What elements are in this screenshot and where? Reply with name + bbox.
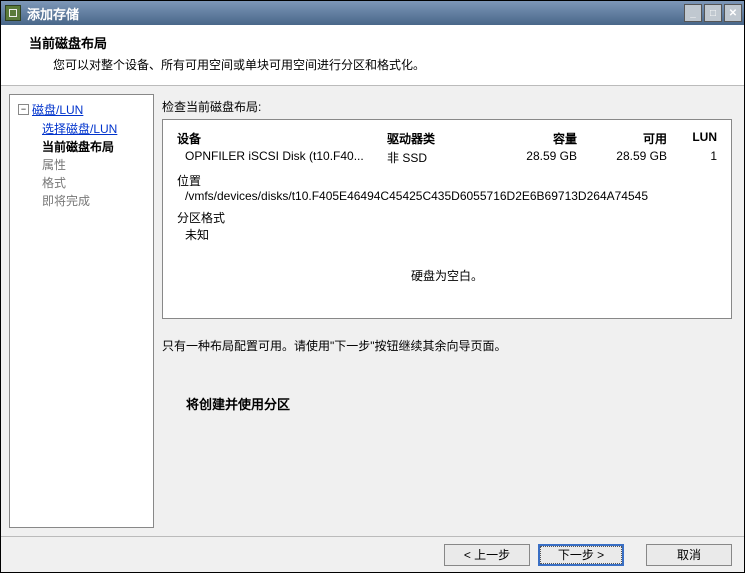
sidebar-item-current-layout: 当前磁盘布局 (42, 138, 145, 156)
wizard-header: 当前磁盘布局 您可以对整个设备、所有可用空间或单块可用空间进行分区和格式化。 (1, 25, 744, 86)
minimize-button[interactable]: _ (684, 4, 702, 22)
wizard-footer: < 上一步 下一步 > 取消 (1, 536, 744, 572)
content-area: − 磁盘/LUN 选择磁盘/LUN 当前磁盘布局 属性 格式 即将完成 检查当前… (1, 86, 744, 536)
column-header-device: 设备 (177, 130, 387, 147)
cancel-button[interactable]: 取消 (646, 544, 732, 566)
tree-collapse-icon[interactable]: − (18, 104, 29, 115)
disk-blank-message: 硬盘为空白。 (177, 267, 717, 284)
titlebar: 添加存储 _ □ ✕ (1, 1, 744, 25)
sidebar-item-properties: 属性 (42, 156, 145, 174)
disk-layout-box: 设备 驱动器类 容量 可用 LUN OPNFILER iSCSI Disk (t… (162, 119, 732, 319)
add-storage-wizard-window: 添加存储 _ □ ✕ 当前磁盘布局 您可以对整个设备、所有可用空间或单块可用空间… (0, 0, 745, 573)
review-label: 检查当前磁盘布局: (162, 98, 732, 115)
action-text: 将创建并使用分区 (186, 394, 732, 413)
disk-drive-type: 非 SSD (387, 149, 487, 166)
window-title: 添加存储 (27, 4, 79, 23)
disk-lun: 1 (667, 149, 717, 166)
sidebar-root-disk-lun[interactable]: 磁盘/LUN (32, 101, 83, 118)
page-description: 您可以对整个设备、所有可用空间或单块可用空间进行分区和格式化。 (53, 56, 724, 73)
column-header-available: 可用 (577, 130, 667, 147)
wizard-steps-sidebar: − 磁盘/LUN 选择磁盘/LUN 当前磁盘布局 属性 格式 即将完成 (9, 94, 154, 528)
disk-available: 28.59 GB (577, 149, 667, 166)
disk-row: OPNFILER iSCSI Disk (t10.F40... 非 SSD 28… (177, 149, 717, 166)
sidebar-item-ready-complete: 即将完成 (42, 192, 145, 210)
location-value: /vmfs/devices/disks/t10.F405E46494C45425… (177, 189, 717, 203)
sidebar-item-select-disk[interactable]: 选择磁盘/LUN (42, 122, 117, 136)
instruction-text: 只有一种布局配置可用。请使用"下一步"按钮继续其余向导页面。 (162, 337, 732, 354)
disk-device-name: OPNFILER iSCSI Disk (t10.F40... (177, 149, 387, 166)
column-header-drive-type: 驱动器类 (387, 130, 487, 147)
close-button[interactable]: ✕ (724, 4, 742, 22)
location-label: 位置 (177, 172, 717, 189)
maximize-button[interactable]: □ (704, 4, 722, 22)
sidebar-item-format: 格式 (42, 174, 145, 192)
next-button[interactable]: 下一步 > (538, 544, 624, 566)
partition-format-value: 未知 (177, 226, 717, 243)
partition-format-label: 分区格式 (177, 209, 717, 226)
column-header-lun: LUN (667, 130, 717, 147)
disk-capacity: 28.59 GB (487, 149, 577, 166)
column-header-capacity: 容量 (487, 130, 577, 147)
app-icon (5, 5, 21, 21)
back-button[interactable]: < 上一步 (444, 544, 530, 566)
main-panel: 检查当前磁盘布局: 设备 驱动器类 容量 可用 LUN OPNFILER iSC… (158, 86, 744, 536)
page-title: 当前磁盘布局 (29, 33, 724, 52)
